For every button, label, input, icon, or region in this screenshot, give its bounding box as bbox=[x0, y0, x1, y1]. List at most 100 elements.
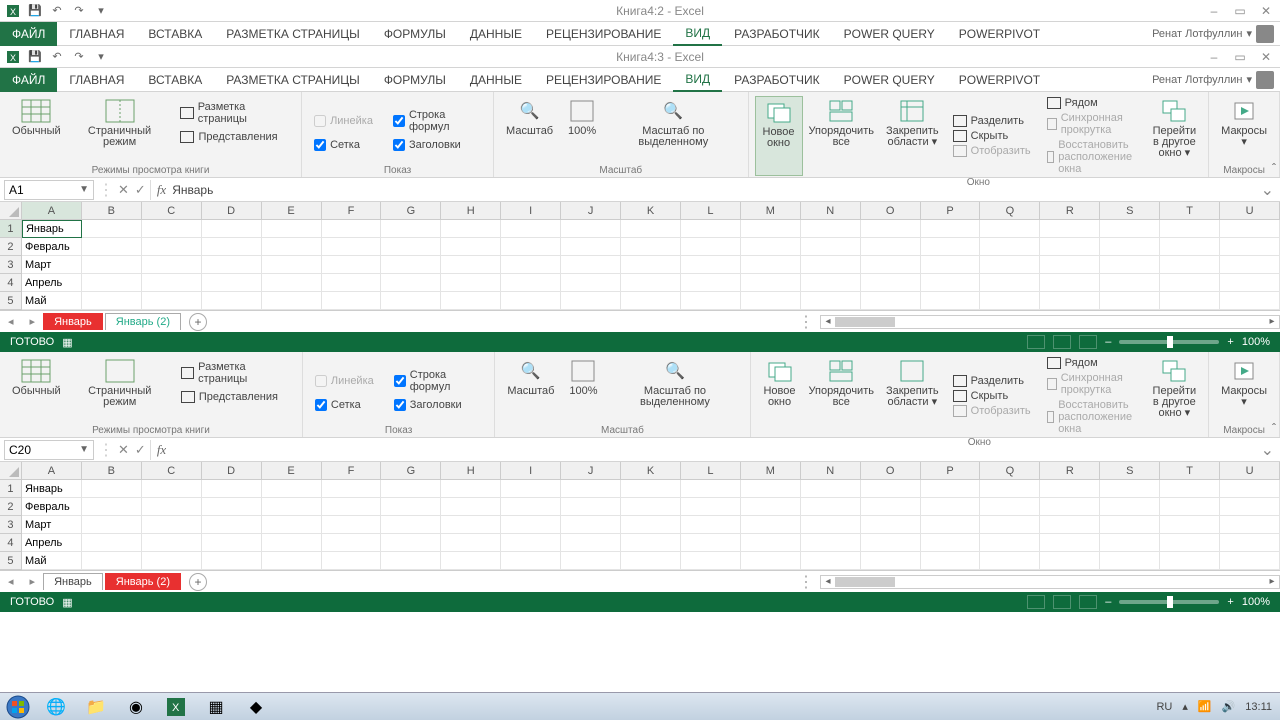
close-icon[interactable]: ✕ bbox=[1258, 49, 1274, 65]
zoom-selection-button[interactable]: 🔍Масштаб по выделенному bbox=[606, 356, 743, 408]
tab-file[interactable]: ФАЙЛ bbox=[0, 22, 57, 46]
zoom-slider[interactable] bbox=[1119, 600, 1219, 604]
tab-developer[interactable]: РАЗРАБОТЧИК bbox=[722, 68, 832, 92]
view-pagelayout-icon[interactable] bbox=[1053, 595, 1071, 609]
cell[interactable] bbox=[202, 552, 262, 570]
cancel-formula-icon[interactable]: ✕ bbox=[118, 442, 129, 458]
cell[interactable] bbox=[801, 534, 861, 552]
cell[interactable] bbox=[1160, 220, 1220, 238]
tab-data[interactable]: ДАННЫЕ bbox=[458, 68, 534, 92]
cell[interactable] bbox=[801, 238, 861, 256]
cell[interactable] bbox=[980, 552, 1040, 570]
view-pagebreak-button[interactable]: Страничный режим bbox=[67, 96, 173, 148]
cell[interactable] bbox=[980, 274, 1040, 292]
cell[interactable] bbox=[142, 292, 202, 310]
cell[interactable] bbox=[980, 292, 1040, 310]
cell[interactable] bbox=[681, 238, 741, 256]
taskbar-ie-icon[interactable]: 🌐 bbox=[36, 695, 76, 719]
cell[interactable] bbox=[861, 552, 921, 570]
row-header[interactable]: 2 bbox=[0, 498, 22, 516]
cell[interactable] bbox=[801, 274, 861, 292]
zoom-in-icon[interactable]: + bbox=[1227, 596, 1233, 608]
chk-headings[interactable]: Заголовки bbox=[388, 397, 489, 413]
cell[interactable] bbox=[322, 220, 382, 238]
tab-review[interactable]: РЕЦЕНЗИРОВАНИЕ bbox=[534, 22, 673, 46]
cell[interactable] bbox=[561, 534, 621, 552]
fx-icon[interactable]: fx bbox=[151, 182, 172, 198]
cell[interactable] bbox=[980, 220, 1040, 238]
macros-button[interactable]: Макросы▾ bbox=[1215, 96, 1273, 148]
cell[interactable] bbox=[1220, 498, 1280, 516]
cell[interactable] bbox=[741, 220, 801, 238]
taskbar-explorer-icon[interactable]: 📁 bbox=[76, 695, 116, 719]
cell[interactable] bbox=[681, 552, 741, 570]
cell[interactable] bbox=[82, 516, 142, 534]
cell[interactable] bbox=[82, 480, 142, 498]
cell[interactable] bbox=[621, 552, 681, 570]
cell[interactable] bbox=[441, 534, 501, 552]
arrange-all-button[interactable]: Упорядочить все bbox=[803, 356, 880, 436]
cell[interactable] bbox=[202, 498, 262, 516]
cell[interactable] bbox=[142, 516, 202, 534]
cell[interactable] bbox=[561, 220, 621, 238]
cell[interactable]: Апрель bbox=[22, 274, 82, 292]
cell[interactable] bbox=[441, 498, 501, 516]
cell[interactable] bbox=[980, 516, 1040, 534]
tray-time[interactable]: 13:11 bbox=[1245, 701, 1272, 713]
zoom-100-button[interactable]: 100% bbox=[559, 96, 605, 148]
cell[interactable] bbox=[1040, 498, 1100, 516]
cell[interactable] bbox=[262, 498, 322, 516]
cell[interactable] bbox=[501, 256, 561, 274]
cell[interactable] bbox=[262, 220, 322, 238]
cell[interactable]: Март bbox=[22, 516, 82, 534]
view-custom-button[interactable]: Представления bbox=[177, 390, 296, 404]
row-header[interactable]: 4 bbox=[0, 534, 22, 552]
cell[interactable] bbox=[861, 534, 921, 552]
expand-fbar-icon[interactable]: ⌄ bbox=[1255, 180, 1280, 200]
chk-gridlines[interactable]: Сетка bbox=[308, 137, 379, 153]
cell[interactable]: Февраль bbox=[22, 498, 82, 516]
cell[interactable] bbox=[1100, 256, 1160, 274]
tab-review[interactable]: РЕЦЕНЗИРОВАНИЕ bbox=[534, 68, 673, 92]
cell[interactable] bbox=[621, 534, 681, 552]
cell[interactable] bbox=[801, 480, 861, 498]
cell[interactable] bbox=[1040, 220, 1100, 238]
sheet-tab[interactable]: Январь bbox=[43, 573, 103, 590]
tray-network-icon[interactable]: 📶 bbox=[1198, 700, 1212, 713]
cell[interactable] bbox=[381, 480, 441, 498]
row-header[interactable]: 5 bbox=[0, 292, 22, 310]
cell[interactable] bbox=[441, 552, 501, 570]
cell[interactable] bbox=[501, 274, 561, 292]
cell[interactable] bbox=[621, 274, 681, 292]
cell[interactable] bbox=[381, 498, 441, 516]
cell[interactable] bbox=[1160, 256, 1220, 274]
cell[interactable] bbox=[1100, 292, 1160, 310]
collapse-ribbon-icon[interactable]: ˆ bbox=[1272, 421, 1276, 435]
select-all-corner[interactable] bbox=[0, 202, 22, 220]
cell[interactable] bbox=[561, 256, 621, 274]
taskbar-excel-icon[interactable]: X bbox=[156, 695, 196, 719]
sheet-nav-next-icon[interactable]: ▸ bbox=[22, 575, 44, 588]
cell[interactable] bbox=[921, 256, 981, 274]
row-header[interactable]: 5 bbox=[0, 552, 22, 570]
cell[interactable] bbox=[322, 238, 382, 256]
cell[interactable] bbox=[801, 516, 861, 534]
cell[interactable] bbox=[561, 552, 621, 570]
cell[interactable] bbox=[441, 256, 501, 274]
cell[interactable] bbox=[202, 516, 262, 534]
zoom-slider[interactable] bbox=[1119, 340, 1219, 344]
taskbar-app-icon[interactable]: ◆ bbox=[236, 695, 276, 719]
cell[interactable] bbox=[1040, 274, 1100, 292]
cell[interactable] bbox=[262, 238, 322, 256]
cell[interactable] bbox=[861, 292, 921, 310]
cell[interactable] bbox=[921, 238, 981, 256]
qat-dropdown-icon[interactable]: ▾ bbox=[92, 2, 110, 20]
split-button[interactable]: Разделить bbox=[949, 374, 1035, 388]
fx-icon[interactable]: fx bbox=[151, 442, 172, 458]
add-sheet-button[interactable]: + bbox=[189, 313, 207, 331]
tray-sound-icon[interactable]: 🔊 bbox=[1222, 700, 1236, 713]
cell[interactable] bbox=[322, 480, 382, 498]
switch-windows-button[interactable]: Перейти в другое окно ▾ bbox=[1147, 356, 1203, 436]
tab-view[interactable]: ВИД bbox=[673, 22, 722, 46]
cell[interactable] bbox=[142, 274, 202, 292]
